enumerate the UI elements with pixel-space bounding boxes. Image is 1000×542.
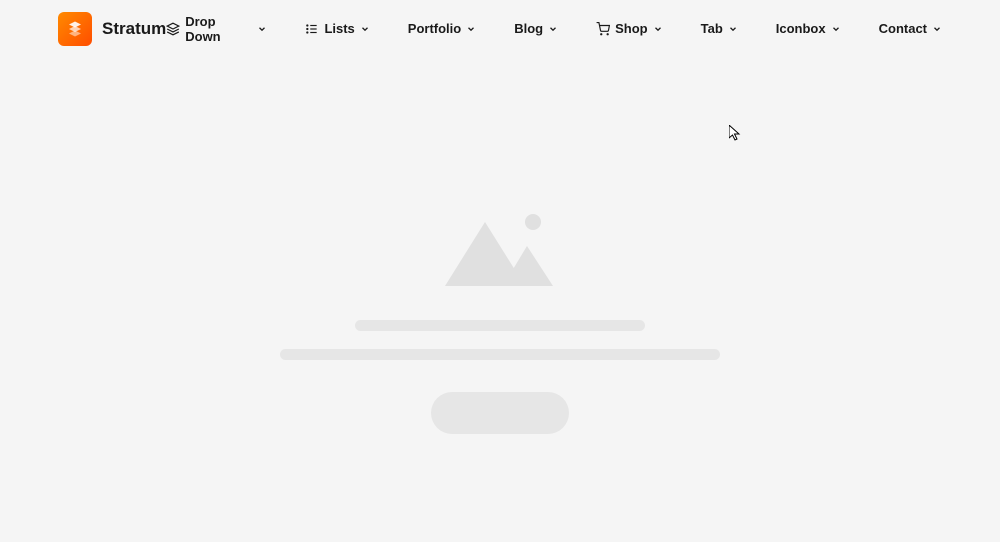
button-placeholder	[431, 392, 569, 434]
chevron-down-icon	[653, 24, 663, 34]
brand-name: Stratum	[102, 19, 166, 39]
chevron-down-icon	[548, 24, 558, 34]
chevron-down-icon	[728, 24, 738, 34]
nav-label: Contact	[879, 21, 927, 36]
list-icon	[305, 22, 319, 36]
nav-label: Iconbox	[776, 21, 826, 36]
brand[interactable]: Stratum	[58, 12, 166, 46]
nav-item-iconbox[interactable]: Iconbox	[776, 21, 841, 36]
main-nav: Drop Down Lists Portfolio	[166, 14, 942, 44]
chevron-down-icon	[360, 24, 370, 34]
header: Stratum Drop Down Lists	[0, 0, 1000, 57]
nav-item-portfolio[interactable]: Portfolio	[408, 21, 476, 36]
content-placeholder	[0, 57, 1000, 434]
chevron-down-icon	[831, 24, 841, 34]
layers-icon	[166, 22, 180, 36]
image-placeholder-icon	[445, 212, 555, 286]
nav-item-lists[interactable]: Lists	[305, 21, 369, 36]
text-placeholder-line-2	[280, 349, 720, 360]
nav-label: Shop	[615, 21, 648, 36]
nav-label: Blog	[514, 21, 543, 36]
nav-label: Portfolio	[408, 21, 461, 36]
nav-item-shop[interactable]: Shop	[596, 21, 663, 36]
nav-item-dropdown[interactable]: Drop Down	[166, 14, 267, 44]
nav-label: Lists	[324, 21, 354, 36]
text-placeholder-line-1	[355, 320, 645, 331]
nav-item-contact[interactable]: Contact	[879, 21, 942, 36]
chevron-down-icon	[932, 24, 942, 34]
nav-label: Tab	[701, 21, 723, 36]
nav-item-tab[interactable]: Tab	[701, 21, 738, 36]
stratum-logo-icon	[58, 12, 92, 46]
nav-item-blog[interactable]: Blog	[514, 21, 558, 36]
chevron-down-icon	[257, 24, 267, 34]
nav-label: Drop Down	[185, 14, 252, 44]
chevron-down-icon	[466, 24, 476, 34]
cart-icon	[596, 22, 610, 36]
